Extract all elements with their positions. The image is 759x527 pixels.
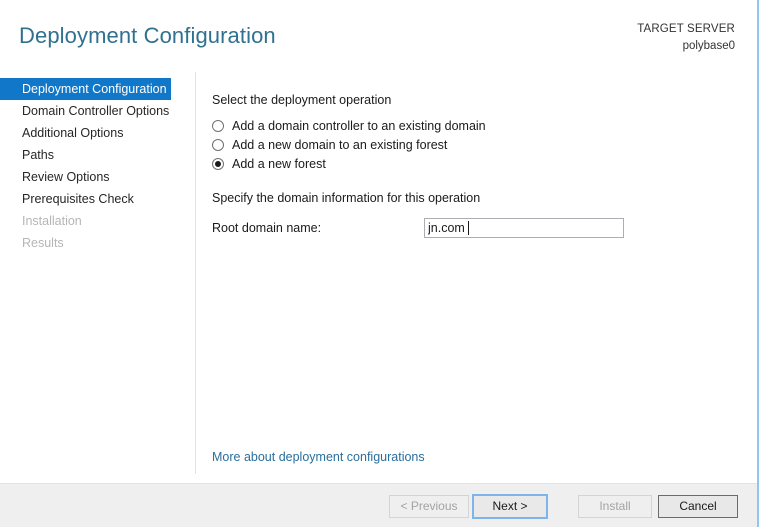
deployment-operation-label: Select the deployment operation [212, 93, 392, 107]
radio-button-icon [212, 138, 224, 151]
sidebar-divider [195, 72, 196, 474]
previous-button: < Previous [389, 495, 469, 518]
wizard-sidebar: Deployment Configuration Domain Controll… [0, 78, 196, 478]
sidebar-item-prerequisites-check[interactable]: Prerequisites Check [0, 188, 196, 210]
wizard-step-list: Deployment Configuration Domain Controll… [0, 78, 196, 254]
root-domain-name-input[interactable] [424, 218, 624, 238]
next-button[interactable]: Next > [472, 494, 548, 519]
sidebar-item-deployment-configuration[interactable]: Deployment Configuration [0, 78, 171, 100]
root-domain-name-field-row: Root domain name: [212, 218, 732, 240]
radio-add-domain-controller-existing-domain[interactable]: Add a domain controller to an existing d… [212, 116, 732, 135]
radio-button-selected-icon [212, 157, 224, 170]
target-server-label: TARGET SERVER [637, 23, 735, 35]
domain-information-label: Specify the domain information for this … [212, 191, 481, 205]
wizard-content-pane: Select the deployment operation Add a do… [212, 93, 732, 240]
root-domain-name-label: Root domain name: [212, 221, 322, 235]
more-about-deployment-configurations-link[interactable]: More about deployment configurations [212, 450, 425, 464]
radio-label: Add a new domain to an existing forest [232, 137, 448, 152]
radio-label: Add a domain controller to an existing d… [232, 118, 486, 133]
radio-button-icon [212, 119, 224, 132]
sidebar-item-installation: Installation [22, 214, 82, 228]
wizard-header: Deployment Configuration TARGET SERVER p… [0, 0, 757, 70]
sidebar-item-additional-options[interactable]: Additional Options [0, 122, 196, 144]
deployment-operation-radio-group: Add a domain controller to an existing d… [212, 116, 732, 173]
radio-add-new-forest[interactable]: Add a new forest [212, 154, 732, 173]
sidebar-item-paths[interactable]: Paths [0, 144, 196, 166]
cancel-button[interactable]: Cancel [658, 495, 738, 518]
sidebar-item-domain-controller-options[interactable]: Domain Controller Options [0, 100, 196, 122]
radio-label: Add a new forest [232, 156, 326, 171]
install-button: Install [578, 495, 652, 518]
target-server-name: polybase0 [682, 40, 735, 52]
sidebar-item-results: Results [22, 236, 64, 250]
ad-ds-configuration-wizard-window: Deployment Configuration TARGET SERVER p… [0, 0, 759, 527]
wizard-button-bar: < Previous Next > Install Cancel [0, 483, 757, 527]
page-title: Deployment Configuration [19, 23, 276, 48]
text-caret [468, 221, 469, 235]
target-server-block: TARGET SERVER polybase0 [637, 22, 735, 54]
sidebar-item-review-options[interactable]: Review Options [0, 166, 196, 188]
radio-add-new-domain-existing-forest[interactable]: Add a new domain to an existing forest [212, 135, 732, 154]
